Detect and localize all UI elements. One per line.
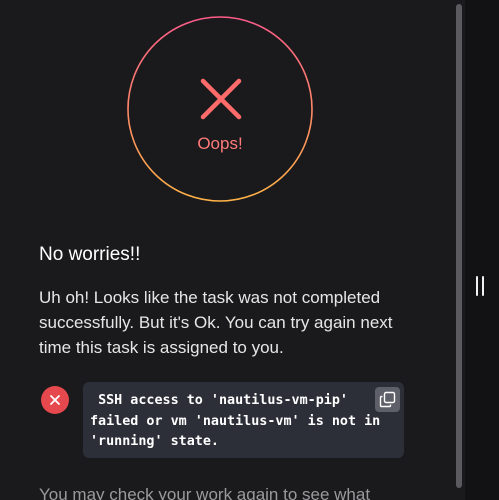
scrollbar-thumb[interactable] (456, 4, 462, 488)
error-icon (41, 386, 69, 414)
copy-button[interactable] (375, 387, 400, 412)
copy-icon (379, 391, 396, 408)
scrollbar[interactable] (455, 0, 465, 500)
close-icon (200, 78, 242, 120)
result-heading: No worries!! (39, 244, 141, 265)
side-gutter (465, 0, 499, 500)
status-ring: Oops! (127, 16, 313, 202)
status-text: Oops! (197, 134, 243, 153)
result-panel: Oops! No worries!! Uh oh! Looks like the… (0, 0, 465, 500)
error-code-block: SSH access to 'nautilus-vm-pip' failed o… (83, 382, 404, 458)
error-message: SSH access to 'nautilus-vm-pip' failed o… (90, 393, 389, 449)
result-message: Uh oh! Looks like the task was not compl… (39, 288, 393, 357)
footer-text: You may check your work again to see wha… (39, 485, 371, 500)
resize-handle[interactable] (475, 276, 489, 298)
